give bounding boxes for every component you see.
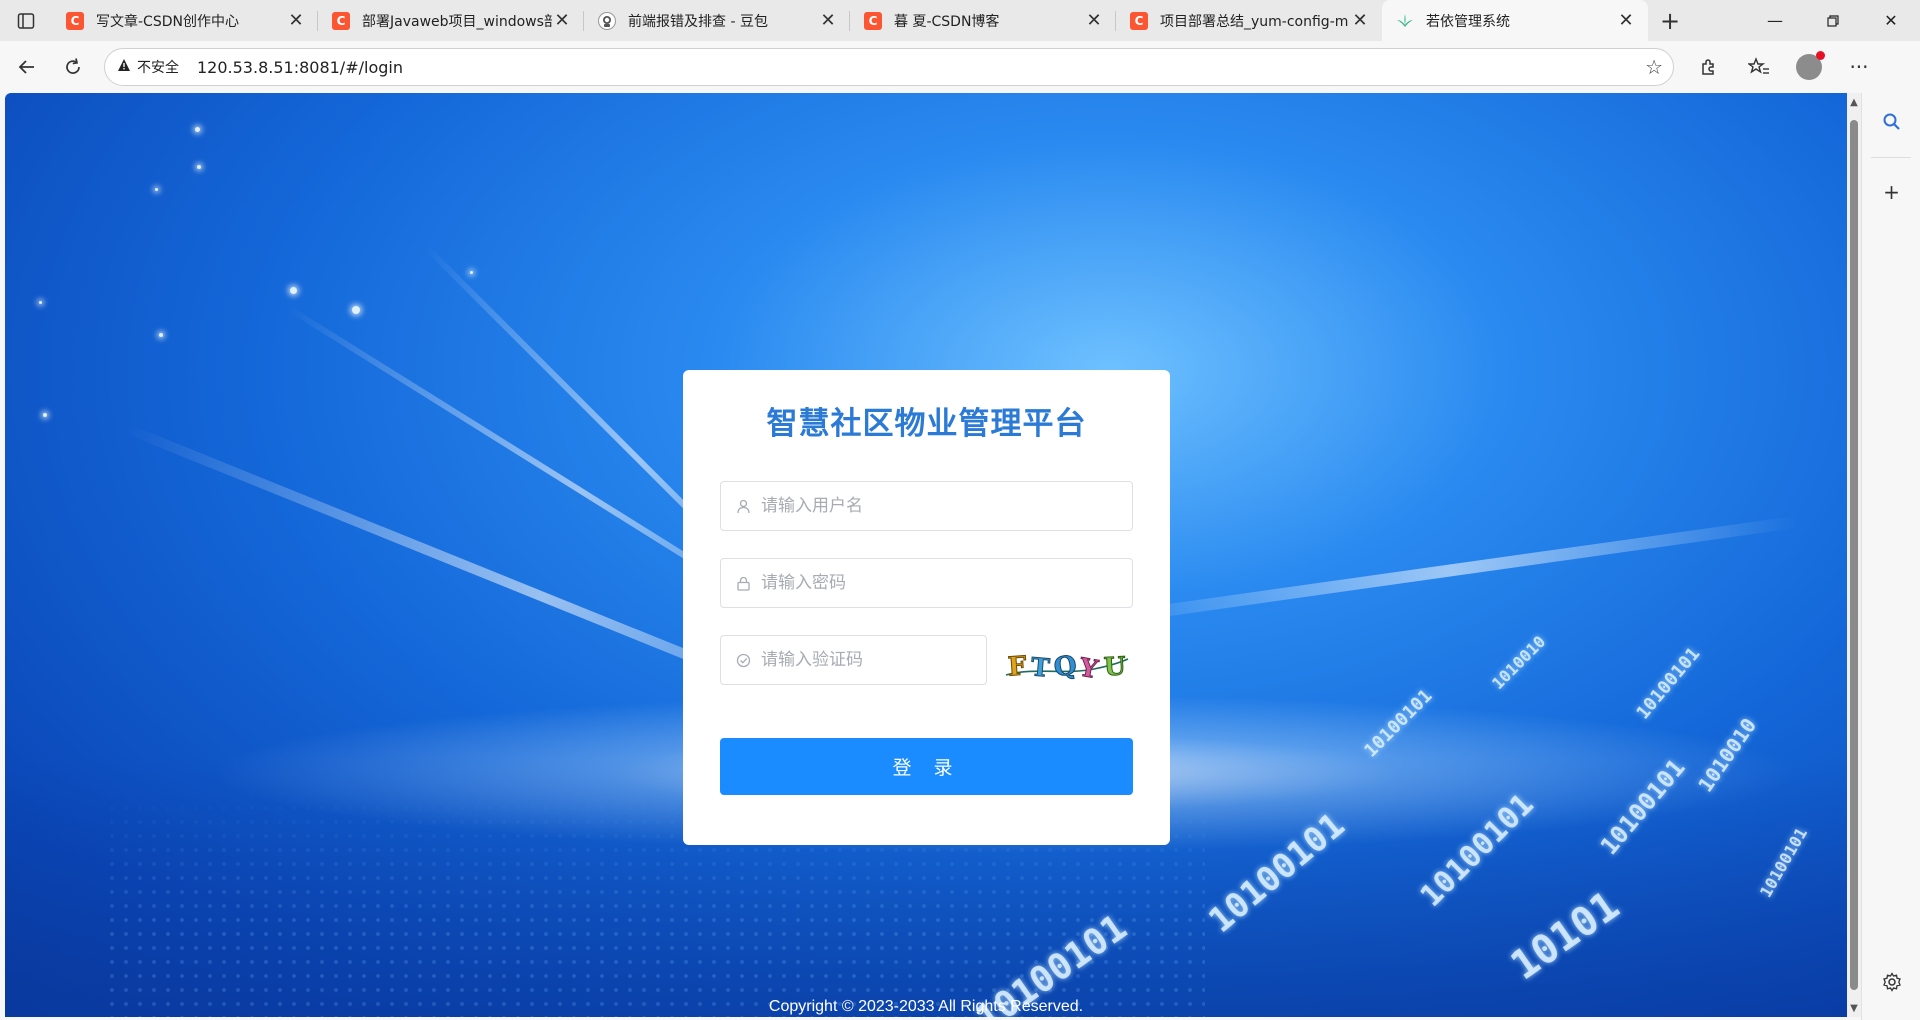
captcha-char: Y [1076,652,1101,684]
sidebar-settings-button[interactable] [1862,954,1920,1010]
sparkle [43,413,47,417]
captcha-char: U [1103,651,1126,681]
gear-icon [1882,972,1901,992]
back-arrow-icon [18,60,34,74]
sidebar-add-button[interactable]: + [1862,164,1920,220]
close-icon[interactable]: ✕ [552,10,572,31]
tab-ruoyi[interactable]: 若依管理系统 ✕ [1382,0,1648,41]
page-viewport: 10100101 10100101 10101 10100101 1010010… [5,93,1847,1017]
sparkle [39,301,42,304]
password-field[interactable] [720,558,1133,608]
tab-title: 写文章-CSDN创作中心 [96,13,239,30]
close-icon[interactable]: ✕ [1084,10,1104,31]
sidebar-search-button[interactable] [1862,93,1920,151]
back-button[interactable] [4,47,50,87]
csdn-icon: C [66,11,84,30]
csdn-icon: C [1130,11,1148,30]
toolbar-right: ··· [1684,47,1884,87]
window-controls: — ✕ [1746,0,1920,41]
captcha-char: F [1007,651,1028,682]
tab-deploy-summary[interactable]: C 项目部署总结_yum-config-m ✕ [1116,0,1382,41]
tab-actions-button[interactable] [0,0,52,41]
tab-title: 部署Javaweb项目_windows部 [362,13,552,30]
tab-title: 前端报错及排查 - 豆包 [628,13,768,30]
csdn-icon: C [864,11,882,30]
sparkle [352,306,360,314]
security-label[interactable]: 不安全 [137,57,179,77]
captcha-char: T [1030,652,1051,683]
tab-csdn-write[interactable]: C 写文章-CSDN创作中心 ✕ [52,0,318,41]
profile-button[interactable] [1784,47,1834,87]
captcha-image[interactable]: F T Q Y U [1001,640,1133,690]
more-menu-button[interactable]: ··· [1834,47,1884,87]
close-window-button[interactable]: ✕ [1862,0,1920,41]
scroll-down-arrow-icon[interactable]: ▼ [1847,999,1861,1017]
password-input[interactable] [761,573,1132,593]
username-input[interactable] [761,496,1132,516]
binary-decoration: 1010010 [1488,631,1550,694]
scroll-up-arrow-icon[interactable]: ▲ [1847,93,1861,111]
refresh-button[interactable] [50,47,96,87]
login-card: 智慧社区物业管理平台 F T Q Y [683,370,1170,845]
page-scrollbar[interactable]: ▲ ▼ [1847,93,1861,1017]
scroll-thumb[interactable] [1850,120,1858,990]
captcha-input[interactable] [761,650,986,670]
sparkle [195,127,200,132]
sparkle [155,188,158,191]
sparkle [470,271,473,274]
captcha-char: Q [1052,650,1079,683]
username-field[interactable] [720,481,1133,531]
close-icon[interactable]: ✕ [1616,10,1636,31]
minimize-button[interactable]: — [1746,0,1804,41]
edge-sidebar: + [1861,93,1920,1020]
warning-icon[interactable] [117,58,131,76]
check-circle-icon [735,652,751,668]
close-icon[interactable]: ✕ [818,10,838,31]
ruoyi-icon [1396,12,1414,30]
favorite-star-icon[interactable]: ☆ [1645,55,1663,79]
more-dots-icon: ··· [1849,55,1869,79]
close-icon: ✕ [1884,11,1898,30]
extensions-button[interactable] [1684,47,1734,87]
tab-title: 若依管理系统 [1426,13,1510,30]
light-ray [1104,515,1800,625]
restore-button[interactable] [1804,0,1862,41]
favorites-list-icon [1748,57,1769,74]
refresh-icon [66,58,80,74]
sidebar-divider [1871,157,1911,158]
sparkle [290,287,297,294]
plus-icon: + [1659,6,1681,35]
doubao-icon [598,11,616,30]
extensions-puzzle-icon [1702,59,1714,75]
login-button[interactable]: 登 录 [720,738,1133,795]
user-icon [735,498,751,514]
tab-title: 暮 夏-CSDN博客 [894,13,1000,30]
minimize-icon: — [1767,11,1783,30]
tab-strip: C 写文章-CSDN创作中心 ✕ C 部署Javaweb项目_windows部 … [0,0,1920,41]
close-icon[interactable]: ✕ [286,10,306,31]
sparkle [159,333,163,337]
favorites-button[interactable] [1734,47,1784,87]
copyright-footer: Copyright © 2023-2033 All Rights Reserve… [768,998,1084,1015]
sparkle [197,165,201,169]
login-title: 智慧社区物业管理平台 [766,406,1087,442]
search-icon [1883,113,1900,130]
csdn-icon: C [332,11,350,30]
url-text[interactable]: 120.53.8.51:8081/#/login [197,58,1645,77]
tab-javaweb-deploy[interactable]: C 部署Javaweb项目_windows部 ✕ [318,0,584,41]
tab-doubao[interactable]: 前端报错及排查 - 豆包 ✕ [584,0,850,41]
tab-actions-icon [17,12,35,29]
browser-toolbar: 不安全 120.53.8.51:8081/#/login ☆ ··· [0,41,1920,93]
address-bar[interactable]: 不安全 120.53.8.51:8081/#/login ☆ [104,48,1674,86]
plus-icon: + [1883,180,1900,204]
new-tab-button[interactable]: + [1648,0,1692,41]
captcha-field[interactable] [720,635,987,685]
tab-csdn-blog[interactable]: C 暮 夏-CSDN博客 ✕ [850,0,1116,41]
close-icon[interactable]: ✕ [1350,10,1370,31]
avatar [1796,51,1825,80]
lock-icon [735,575,751,591]
tab-title: 项目部署总结_yum-config-m [1160,13,1349,30]
restore-icon [1827,14,1839,27]
